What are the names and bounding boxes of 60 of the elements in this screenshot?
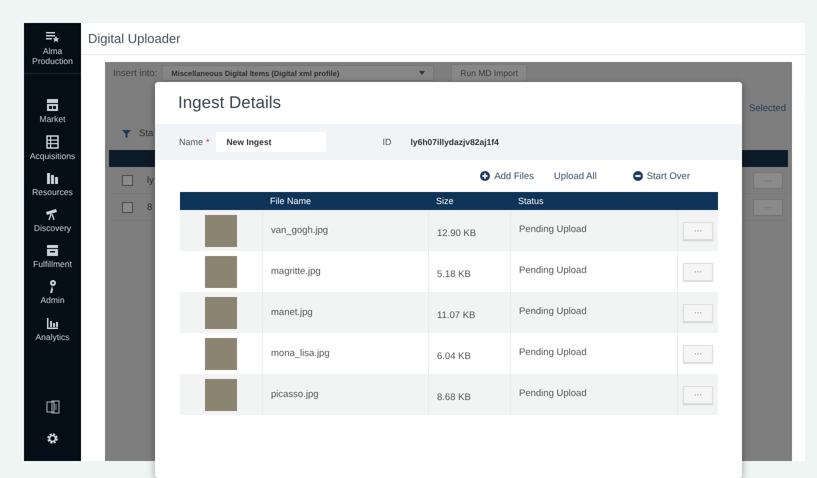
action-link[interactable]: Upload All (554, 170, 597, 182)
name-field[interactable]: New Ingest (216, 132, 326, 152)
table-cell: 12.90 KB (428, 210, 510, 251)
document-icon-button[interactable] (46, 400, 60, 414)
page-title: Digital Uploader (88, 31, 180, 46)
column-header: Size (428, 192, 510, 210)
checkbox[interactable] (122, 174, 133, 186)
dialog-title: Ingest Details (178, 93, 281, 113)
ledger-icon (45, 134, 60, 149)
field-label: Name (179, 137, 204, 147)
sidebar-item[interactable]: Analytics (24, 312, 81, 346)
sidebar-item[interactable]: Acquisitions (24, 130, 81, 165)
table-cell: Pending Upload (510, 292, 677, 333)
tray-icon (45, 243, 60, 258)
settings-button[interactable] (46, 432, 59, 445)
plus-circle-icon (480, 171, 490, 181)
row-menu-button[interactable]: ··· (683, 386, 713, 404)
sidebar-item[interactable]: Resources (24, 166, 81, 201)
table-cell: ly (147, 174, 154, 186)
list-star-icon (45, 30, 60, 44)
row-menu-button[interactable]: ··· (683, 222, 713, 240)
photo-placeholder (205, 256, 237, 288)
row-menu-button[interactable]: ··· (683, 304, 713, 322)
checkbox[interactable] (122, 202, 133, 212)
table-cell: 11.07 KB (428, 292, 510, 333)
caret-icon (419, 71, 426, 75)
action-link[interactable]: Add Files (480, 170, 534, 182)
column-header: File Name (262, 192, 428, 210)
field-label: ID (382, 137, 392, 147)
table-cell: 8 (147, 202, 152, 212)
photo-placeholder (205, 296, 237, 328)
field-label: Insert into: (113, 68, 158, 78)
telescope-icon (45, 206, 60, 221)
row-menu-button[interactable]: ··· (683, 262, 713, 280)
table-cell: picasso.jpg (262, 374, 428, 415)
bar-chart-icon (45, 316, 60, 330)
photo-placeholder (205, 214, 237, 246)
sidebar-item[interactable]: Admin (24, 275, 81, 310)
table-header (677, 192, 718, 210)
required-mark: * (206, 137, 210, 147)
row-menu-button[interactable]: ··· (683, 344, 713, 362)
table-cell: van_gogh.jpg (262, 210, 428, 251)
id-value: ly6h07illydazjv82aj1f4 (410, 137, 499, 147)
filter-icon (122, 130, 131, 138)
table-cell: Pending Upload (510, 210, 677, 251)
minus-circle-icon (632, 171, 643, 181)
column-header: Status (510, 192, 677, 210)
photo-placeholder (205, 378, 237, 410)
table-cell: Pending Upload (510, 374, 677, 415)
books-icon (45, 170, 60, 185)
sidebar-item[interactable]: Market (24, 94, 81, 129)
document-icon (46, 400, 60, 414)
table-cell: manet.jpg (262, 292, 428, 333)
sidebar-item[interactable]: Discovery (24, 202, 81, 238)
photo-placeholder (205, 338, 237, 370)
storefront-icon (45, 98, 60, 112)
settings-icon (46, 432, 59, 445)
table-cell: 8.68 KB (428, 374, 510, 415)
sidebar-item[interactable]: Fulfillment (24, 239, 81, 274)
action-link[interactable]: Start Over (632, 170, 690, 182)
